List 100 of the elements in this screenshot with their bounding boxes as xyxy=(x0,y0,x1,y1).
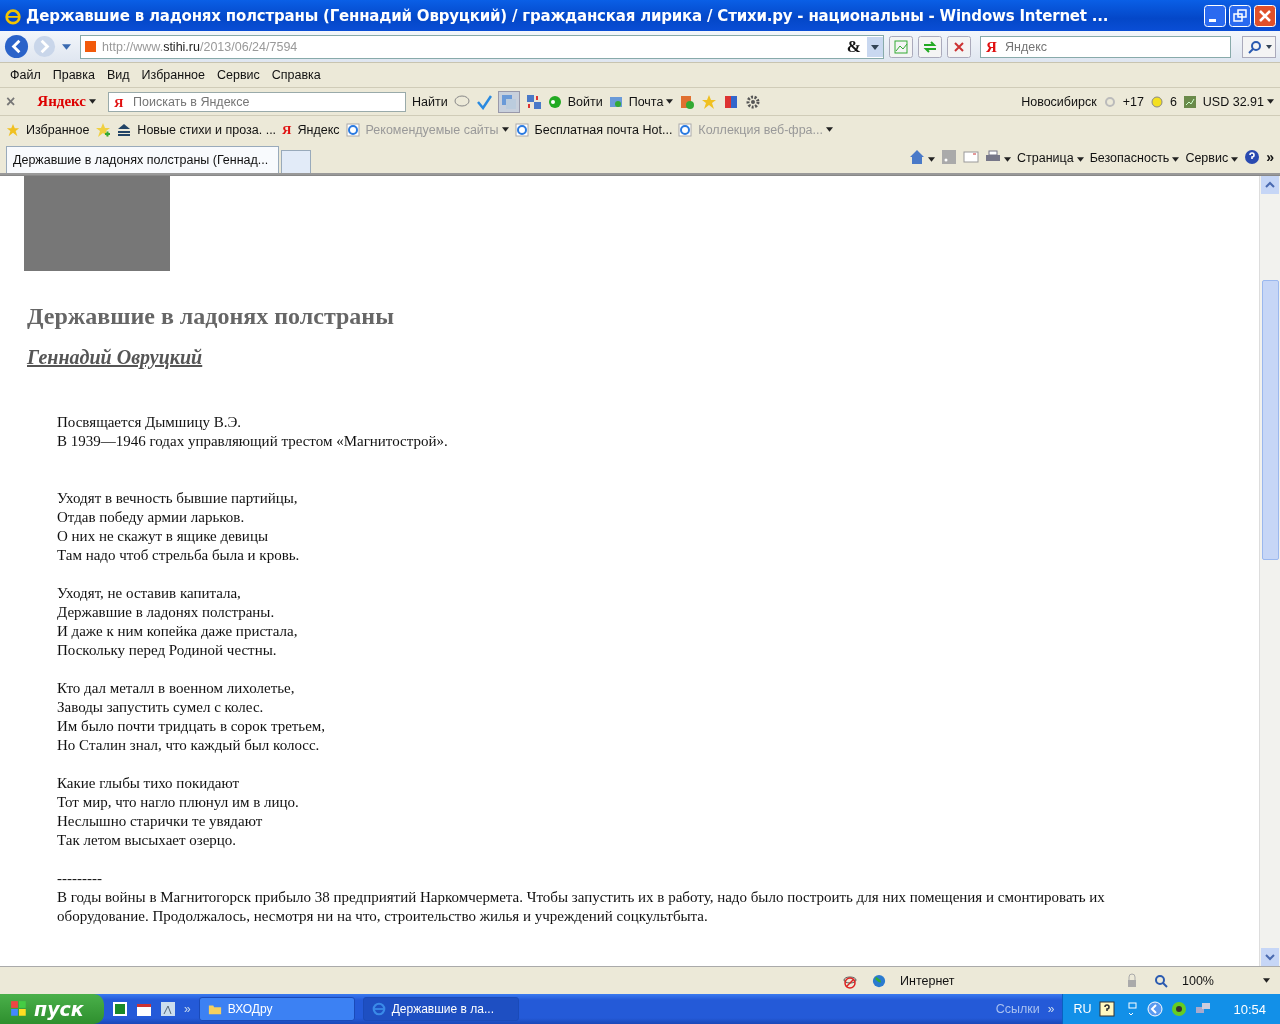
stop-icon[interactable] xyxy=(947,35,971,58)
caret-icon[interactable] xyxy=(1263,978,1270,983)
favorites-link[interactable]: Яндекс xyxy=(297,122,340,137)
windows-logo-icon xyxy=(10,1000,28,1018)
calendar-icon[interactable] xyxy=(136,1001,152,1017)
browser-logo-icon xyxy=(371,1002,386,1016)
poem-line: Заводы запустить сумел с колес. xyxy=(57,698,265,717)
poem-line: Отдав победу армии ларьков. xyxy=(57,508,246,527)
scrollbar[interactable] xyxy=(1259,176,1280,966)
chevron-left-icon[interactable] xyxy=(1147,1001,1164,1017)
mail-button[interactable]: Почта xyxy=(628,94,664,109)
compatibility-view-icon[interactable]: & xyxy=(846,36,861,57)
traffic-label[interactable]: 6 xyxy=(1169,94,1177,109)
command-menu[interactable]: Безопасность xyxy=(1089,151,1170,165)
minimize-icon[interactable] xyxy=(1204,4,1226,27)
caret-icon[interactable] xyxy=(1267,99,1274,104)
caret-icon[interactable] xyxy=(1004,157,1011,162)
poem-title: Державшие в ладонях полстраны xyxy=(27,303,395,330)
menu-item[interactable]: Избранное xyxy=(137,66,209,84)
caret-icon[interactable] xyxy=(501,127,509,132)
caret-icon[interactable] xyxy=(1076,157,1084,162)
star-icon[interactable] xyxy=(701,93,718,110)
temperature-label[interactable]: +17 xyxy=(1122,94,1144,109)
scroll-thumb[interactable] xyxy=(1261,280,1279,560)
close-toolbar-button[interactable]: × xyxy=(6,92,16,111)
help-icon[interactable] xyxy=(1099,1001,1116,1017)
spellcheck-icon[interactable] xyxy=(475,93,492,110)
caret-icon[interactable] xyxy=(1172,157,1180,162)
yandex-icon[interactable]: Я xyxy=(282,121,292,138)
menu-item[interactable]: Правка xyxy=(48,66,99,84)
page-icon[interactable] xyxy=(678,122,693,137)
zoom-button[interactable]: 100% xyxy=(1182,973,1252,988)
traffic-icon[interactable] xyxy=(1149,94,1164,109)
author-link[interactable]: Геннадий Овруцкий xyxy=(27,346,203,369)
yandex-logo[interactable]: Яндекс xyxy=(37,93,86,110)
menu-item[interactable]: Сервис xyxy=(212,66,264,84)
yandex-icon: Я xyxy=(986,38,997,55)
poem-line: Поскольку перед Родиной честны. xyxy=(57,641,278,660)
caret-icon[interactable] xyxy=(89,99,96,104)
taskbar-button[interactable]: Державшие в ла... xyxy=(362,997,519,1021)
dropdown-icon[interactable] xyxy=(867,36,883,57)
currency-label[interactable]: USD 32.91 xyxy=(1202,94,1264,109)
star-icon[interactable] xyxy=(6,122,20,137)
dedication-line: Посвящается Дымшицу В.Э. xyxy=(57,413,243,432)
more-button[interactable]: » xyxy=(184,1002,191,1016)
menu-item[interactable]: Файл xyxy=(6,66,45,84)
poem-line: Неслышно старички те увядают xyxy=(57,812,264,831)
chart-icon[interactable] xyxy=(1182,94,1197,109)
favorites-button[interactable]: Избранное xyxy=(26,122,90,137)
poem-line: И даже к ним копейка даже пристала, xyxy=(57,622,299,641)
stack-icon[interactable] xyxy=(117,122,132,137)
address-field[interactable]: http://www.stihi.ru/2013/06/24/7594 & xyxy=(80,34,884,59)
picture-icon[interactable] xyxy=(160,1001,176,1017)
separator-text: --------- xyxy=(57,869,103,888)
search-icon[interactable] xyxy=(1242,35,1276,58)
browser-tab[interactable]: Державшие в ладонях полстраны (Геннад... xyxy=(6,146,280,173)
favorites-link[interactable]: Бесплатная почта Hot... xyxy=(534,122,673,137)
site-icon xyxy=(85,41,96,52)
page-icon[interactable] xyxy=(345,122,360,137)
scroll-down-icon[interactable] xyxy=(1261,948,1279,966)
poem-line: Уходят в вечность бывшие партийцы, xyxy=(57,489,299,508)
caret-icon[interactable] xyxy=(1231,157,1239,162)
command-menu[interactable]: Сервис xyxy=(1185,151,1229,165)
poem-line: Кто дал металл в военном лихолетье, xyxy=(57,679,296,698)
footnote-paragraph: В годы войны в Магнитогорск прибыло 38 предприятий Наркомчермета. Чтобы запустить их в работу, надо было построить для них помещения и смонтировать их оборудование. Продолжалось, несмотря ни на что, строительство жилья и учреждений соцкультбыта. xyxy=(57,888,1106,926)
page-icon[interactable] xyxy=(514,122,529,137)
add-favorite-icon[interactable] xyxy=(95,121,112,138)
taskbar-button[interactable]: ВХОДру xyxy=(198,997,355,1021)
zoom-icon[interactable] xyxy=(1154,973,1168,988)
speech-bubble-icon[interactable] xyxy=(453,93,470,110)
refresh-icon[interactable] xyxy=(918,35,942,58)
find-button[interactable]: Найти xyxy=(412,94,448,109)
yandex-icon: Я xyxy=(114,94,124,111)
caret-icon[interactable] xyxy=(825,127,833,132)
menu-item[interactable]: Вид xyxy=(102,66,134,84)
close-icon[interactable] xyxy=(1254,4,1276,27)
mail-icon[interactable] xyxy=(963,149,979,165)
more-button[interactable]: » xyxy=(1047,1002,1055,1016)
settings-icon[interactable] xyxy=(745,93,762,110)
poem-line: О них не скажут в ящике девицы xyxy=(57,527,269,546)
city-label[interactable]: Новосибирск xyxy=(1021,94,1097,109)
restore-icon[interactable] xyxy=(1229,4,1251,27)
mail-icon[interactable] xyxy=(608,94,623,109)
command-menu[interactable]: Страница xyxy=(1017,151,1074,165)
caret-icon[interactable] xyxy=(666,99,674,104)
caret-icon[interactable] xyxy=(928,157,935,162)
favorites-link[interactable]: Новые стихи и проза. ... xyxy=(137,122,277,137)
dropdown-icon[interactable] xyxy=(62,43,71,50)
poem-line: Но Сталин знал, что каждый был колосс. xyxy=(57,736,321,755)
help-icon[interactable] xyxy=(1244,149,1261,165)
poem-line: Там надо чтоб стрельба была и кровь. xyxy=(57,546,301,565)
more-button[interactable]: » xyxy=(1266,149,1274,165)
security-zone: Интернет xyxy=(900,973,956,988)
login-button[interactable]: Войти xyxy=(567,94,603,109)
scroll-up-icon[interactable] xyxy=(1261,176,1279,194)
menu-item[interactable]: Справка xyxy=(267,66,325,84)
dedication-line: В 1939—1946 годах управляющий трестом «Магнитострой». xyxy=(57,432,449,451)
clock: 10:54 xyxy=(1233,1001,1266,1017)
url-text: http://www.stihi.ru/2013/06/24/7594 xyxy=(102,39,299,54)
back-icon[interactable] xyxy=(4,34,29,59)
